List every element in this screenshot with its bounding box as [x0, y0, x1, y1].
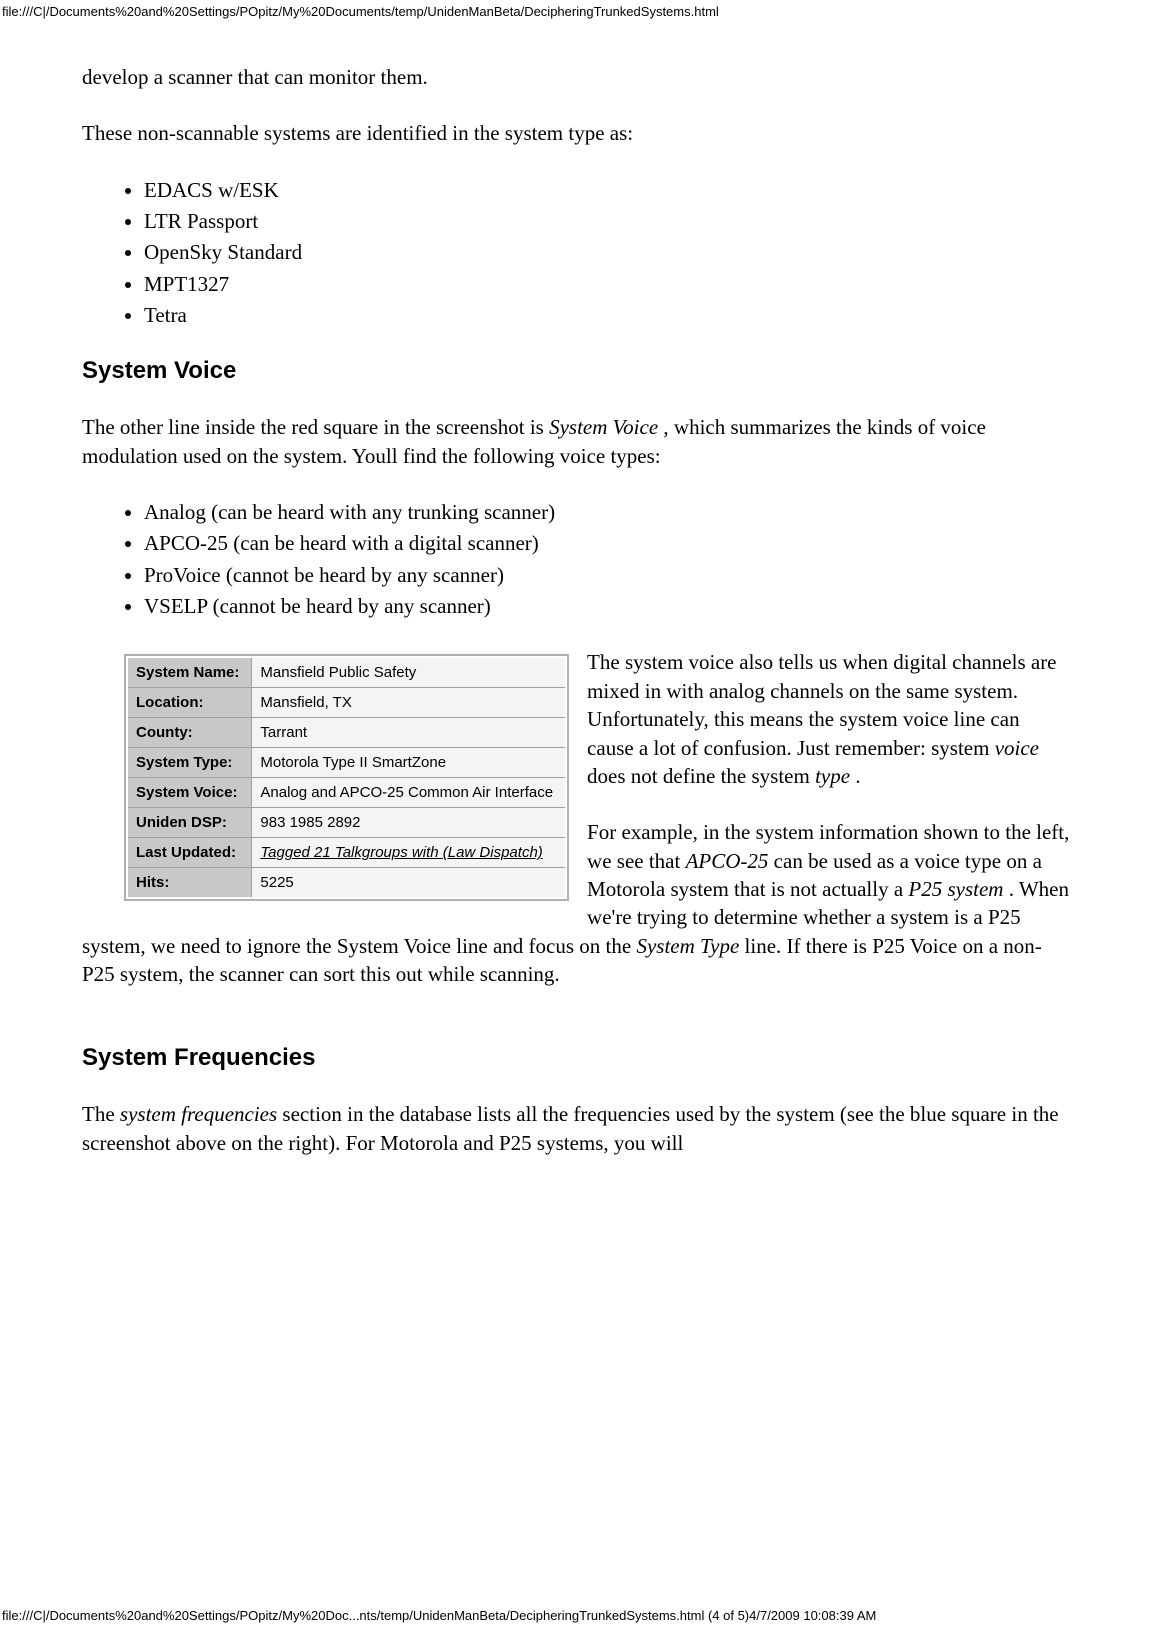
info-label: County:	[128, 718, 252, 748]
freq-para: The system frequencies section in the da…	[82, 1100, 1070, 1157]
info-value: 983 1985 2892	[252, 808, 565, 838]
text-italic: System Type	[636, 934, 739, 958]
info-label: Uniden DSP:	[128, 808, 252, 838]
info-value: Analog and APCO-25 Common Air Interface	[252, 778, 565, 808]
info-value: 5225	[252, 868, 565, 898]
table-row: Hits: 5225	[128, 868, 565, 898]
voice-para-1: The other line inside the red square in …	[82, 413, 1070, 470]
info-value: Motorola Type II SmartZone	[252, 748, 565, 778]
text-italic: System Voice	[549, 415, 663, 439]
info-value: Mansfield Public Safety	[252, 658, 565, 688]
intro-fragment: develop a scanner that can monitor them.	[82, 63, 1070, 91]
text: The system voice also tells us when digi…	[587, 650, 1056, 759]
list-item: Tetra	[144, 301, 1070, 329]
table-row: Location: Mansfield, TX	[128, 688, 565, 718]
float-section: System Name: Mansfield Public Safety Loc…	[82, 648, 1070, 1016]
text: The other line inside the red square in …	[82, 415, 549, 439]
info-value: Tarrant	[252, 718, 565, 748]
info-label: Location:	[128, 688, 252, 718]
heading-system-voice: System Voice	[82, 357, 1070, 385]
list-item: VSELP (cannot be heard by any scanner)	[144, 592, 1070, 620]
nonscannable-list: EDACS w/ESK LTR Passport OpenSky Standar…	[82, 176, 1070, 330]
text-italic: P25 system	[908, 877, 1008, 901]
table-row: System Type: Motorola Type II SmartZone	[128, 748, 565, 778]
footer-text: file:///C|/Documents%20and%20Settings/PO…	[2, 1608, 876, 1623]
list-item: MPT1327	[144, 270, 1070, 298]
list-item: OpenSky Standard	[144, 238, 1070, 266]
list-item: ProVoice (cannot be heard by any scanner…	[144, 561, 1070, 589]
list-item: Analog (can be heard with any trunking s…	[144, 498, 1070, 526]
text-italic: APCO-25	[686, 849, 769, 873]
page-footer: file:///C|/Documents%20and%20Settings/PO…	[0, 1604, 1152, 1627]
info-value: Mansfield, TX	[252, 688, 565, 718]
list-item: LTR Passport	[144, 207, 1070, 235]
info-label: System Voice:	[128, 778, 252, 808]
voice-type-list: Analog (can be heard with any trunking s…	[82, 498, 1070, 620]
text-italic: type	[815, 764, 855, 788]
nonscannable-intro: These non-scannable systems are identifi…	[82, 119, 1070, 147]
table-row: Uniden DSP: 983 1985 2892	[128, 808, 565, 838]
list-item: EDACS w/ESK	[144, 176, 1070, 204]
table-row: System Name: Mansfield Public Safety	[128, 658, 565, 688]
info-label: System Type:	[128, 748, 252, 778]
system-info-table: System Name: Mansfield Public Safety Loc…	[124, 654, 569, 901]
info-label: System Name:	[128, 658, 252, 688]
text: The	[82, 1102, 120, 1126]
text: .	[855, 764, 860, 788]
heading-system-frequencies: System Frequencies	[82, 1044, 1070, 1072]
info-label: Last Updated:	[128, 838, 252, 868]
text: does not define the system	[587, 764, 815, 788]
document-content: develop a scanner that can monitor them.…	[82, 63, 1070, 1157]
list-item: APCO-25 (can be heard with a digital sca…	[144, 529, 1070, 557]
table-row: County: Tarrant	[128, 718, 565, 748]
text-italic: voice	[995, 736, 1039, 760]
table-row: Last Updated: Tagged 21 Talkgroups with …	[128, 838, 565, 868]
info-value: Tagged 21 Talkgroups with (Law Dispatch)	[252, 838, 565, 868]
info-label: Hits:	[128, 868, 252, 898]
url-header: file:///C|/Documents%20and%20Settings/PO…	[0, 0, 1152, 23]
info-value-link[interactable]: Tagged 21 Talkgroups with (Law Dispatch)	[260, 844, 542, 861]
text-italic: system frequencies	[120, 1102, 277, 1126]
table-row: System Voice: Analog and APCO-25 Common …	[128, 778, 565, 808]
